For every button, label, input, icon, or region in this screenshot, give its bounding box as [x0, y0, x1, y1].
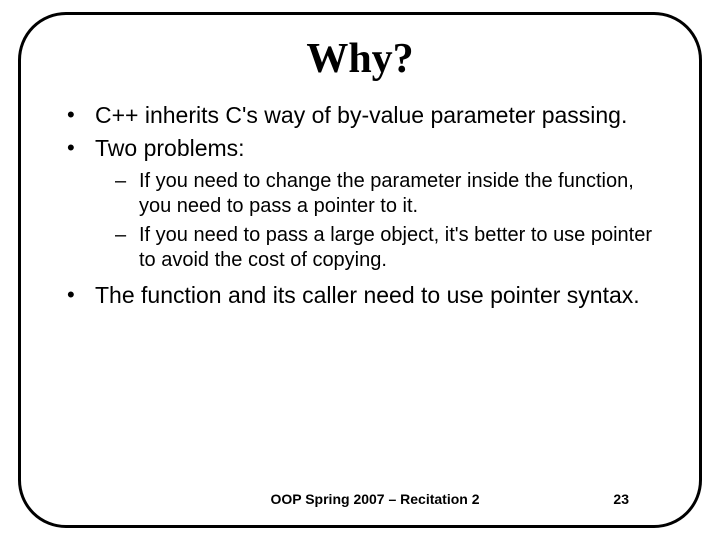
page-number: 23: [569, 491, 629, 507]
sub-bullet-list: If you need to change the parameter insi…: [61, 169, 659, 273]
bullet-list: The function and its caller need to use …: [61, 281, 659, 310]
sub-bullet-item: If you need to change the parameter insi…: [111, 169, 659, 219]
bullet-list: C++ inherits C's way of by-value paramet…: [61, 101, 659, 163]
sub-bullet-text: If you need to pass a large object, it's…: [139, 224, 652, 271]
bullet-text: Two problems:: [95, 135, 245, 161]
footer-text: OOP Spring 2007 – Recitation 2: [181, 491, 569, 507]
slide-body: C++ inherits C's way of by-value paramet…: [61, 101, 659, 491]
sub-bullet-text: If you need to change the parameter insi…: [139, 170, 634, 217]
sub-bullet-item: If you need to pass a large object, it's…: [111, 223, 659, 273]
slide-title: Why?: [61, 35, 659, 83]
bullet-text: The function and its caller need to use …: [95, 282, 640, 308]
slide-footer: OOP Spring 2007 – Recitation 2 23: [61, 491, 659, 511]
bullet-text: C++ inherits C's way of by-value paramet…: [95, 102, 627, 128]
bullet-item: C++ inherits C's way of by-value paramet…: [61, 101, 659, 130]
bullet-item: Two problems:: [61, 134, 659, 163]
bullet-item: The function and its caller need to use …: [61, 281, 659, 310]
slide-frame: Why? C++ inherits C's way of by-value pa…: [18, 12, 702, 528]
